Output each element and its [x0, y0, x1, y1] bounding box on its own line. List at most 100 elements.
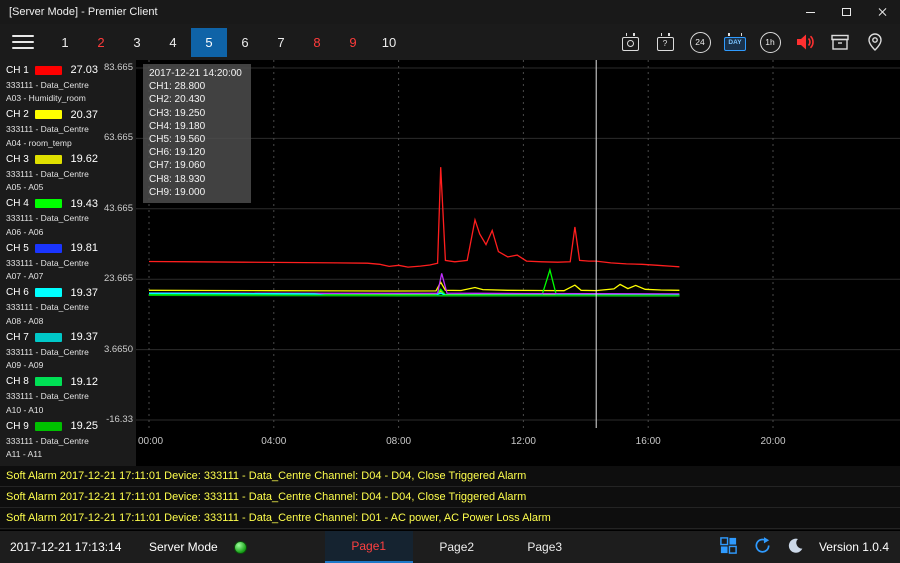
channel-device: 333111 - Data_Centre	[6, 169, 98, 179]
channel-device: 333111 - Data_Centre	[6, 213, 98, 223]
channel-item-3[interactable]: CH 319.62333111 - Data_CentreA05 - A05	[0, 152, 102, 197]
channel-value: 19.37	[66, 287, 98, 299]
channel-device: 333111 - Data_Centre	[6, 124, 98, 134]
tab-page1[interactable]: Page1	[325, 531, 413, 563]
page-button-1[interactable]: 1	[47, 28, 83, 57]
layout-grid-icon[interactable]	[719, 536, 738, 558]
page-button-7[interactable]: 7	[263, 28, 299, 57]
location-pin-icon[interactable]	[863, 30, 887, 54]
page-button-2[interactable]: 2	[83, 28, 119, 57]
status-timestamp: 2017-12-21 17:13:14	[0, 540, 135, 554]
dark-mode-moon-icon[interactable]	[787, 537, 805, 558]
channel-color-swatch	[35, 66, 62, 75]
channel-list: CH 1 27.03 333111 - Data_Centre A03 - Humid…	[0, 60, 102, 466]
channel-value: 27.03	[66, 64, 98, 76]
page-button-6[interactable]: 6	[227, 28, 263, 57]
app-window: [Server Mode] - Premier Client 123456789…	[0, 0, 900, 563]
title-bar: [Server Mode] - Premier Client	[0, 0, 900, 24]
channel-item-7[interactable]: CH 719.37333111 - Data_CentreA09 - A09	[0, 330, 102, 375]
page-button-8[interactable]: 8	[299, 28, 335, 57]
channel-value: 19.81	[66, 242, 98, 254]
sync-icon[interactable]	[753, 536, 772, 558]
tab-page2[interactable]: Page2	[413, 531, 501, 563]
interval-1h-button[interactable]: 1h	[758, 30, 782, 54]
channel-name: CH 8	[6, 376, 31, 387]
y-tick-label: 83.665	[104, 62, 133, 73]
interval-day-button[interactable]: DAY	[723, 30, 747, 54]
tooltip-timestamp: 2017-12-21 14:20:00	[149, 67, 242, 80]
channel-value: 19.25	[66, 420, 98, 432]
channel-device: 333111 - Data_Centre	[6, 258, 98, 268]
channel-value: 20.37	[66, 109, 98, 121]
x-tick-label: 04:00	[261, 436, 286, 447]
y-tick-label: 43.665	[104, 203, 133, 214]
archive-icon[interactable]	[828, 30, 852, 54]
page-button-10[interactable]: 10	[371, 28, 407, 57]
window-title: [Server Mode] - Premier Client	[0, 6, 792, 18]
y-tick-label: 23.665	[104, 273, 133, 284]
channel-item-9[interactable]: CH 919.25333111 - Data_CentreA11 - A11	[0, 419, 102, 464]
channel-point: A05 - A05	[6, 182, 98, 192]
channel-value: 19.37	[66, 331, 98, 343]
minimize-icon	[806, 12, 815, 13]
channel-color-swatch	[35, 288, 62, 297]
page-button-4[interactable]: 4	[155, 28, 191, 57]
series-CH2	[149, 282, 679, 291]
tab-page3[interactable]: Page3	[501, 531, 589, 563]
alarm-list: Soft Alarm 2017-12-21 17:11:01 Device: 3…	[0, 466, 900, 530]
channel-device: 333111 - Data_Centre	[6, 436, 98, 446]
minimize-button[interactable]	[792, 0, 828, 24]
page-tabs: 12345678910	[47, 28, 407, 57]
channel-value: 19.62	[66, 153, 98, 165]
alarm-row-2[interactable]: Soft Alarm 2017-12-21 17:11:01 Device: 3…	[0, 487, 900, 508]
channel-name: CH 1	[6, 65, 31, 76]
interval-24h-button[interactable]: 24	[688, 30, 712, 54]
channel-point: A09 - A09	[6, 360, 98, 370]
version-label: Version 1.0.4	[819, 540, 900, 554]
calendar-clock-mark	[627, 40, 634, 47]
y-tick-label: 63.665	[104, 132, 133, 143]
tooltip-row: CH3: 19.250	[149, 107, 242, 120]
y-tick-label: -16.33	[106, 414, 133, 425]
channel-point: A03 - Humidity_room	[6, 93, 98, 103]
tooltip-row: CH6: 19.120	[149, 146, 242, 159]
calendar-report-icon[interactable]	[618, 30, 642, 54]
alarm-row-1[interactable]: Soft Alarm 2017-12-21 17:11:01 Device: 3…	[0, 466, 900, 487]
page-button-3[interactable]: 3	[119, 28, 155, 57]
page-button-9[interactable]: 9	[335, 28, 371, 57]
channel-color-swatch	[35, 110, 62, 119]
channel-item-1[interactable]: CH 1 27.03 333111 - Data_Centre A03 - Humid…	[0, 63, 102, 108]
y-axis: 83.66563.66543.66523.6653.6650-16.33	[102, 60, 136, 466]
maximize-button[interactable]	[828, 0, 864, 24]
speaker-icon[interactable]	[793, 30, 817, 54]
main-area: CH 1 27.03 333111 - Data_Centre A03 - Humid…	[0, 60, 900, 466]
x-tick-label: 08:00	[386, 436, 411, 447]
channel-name: CH 2	[6, 109, 31, 120]
close-icon	[877, 7, 887, 17]
channel-item-5[interactable]: CH 5 19.81 333111 - Data_Centre A07 - A07	[0, 241, 102, 286]
channel-name: CH 5	[6, 243, 31, 254]
calendar-question-icon[interactable]: ?	[653, 30, 677, 54]
channel-color-swatch	[35, 244, 62, 253]
close-button[interactable]	[864, 0, 900, 24]
channel-color-swatch	[35, 333, 62, 342]
channel-item-8[interactable]: CH 819.12333111 - Data_CentreA10 - A10	[0, 375, 102, 420]
tooltip-rows: CH1: 28.800CH2: 20.430CH3: 19.250CH4: 19…	[149, 80, 242, 199]
alarm-row-3[interactable]: Soft Alarm 2017-12-21 17:11:01 Device: 3…	[0, 508, 900, 529]
chart-area: 00:0004:0008:0012:0016:0020:00 2017-12-2…	[136, 60, 900, 466]
maximize-icon	[842, 8, 851, 16]
channel-item-6[interactable]: CH 619.37333111 - Data_CentreA08 - A08	[0, 286, 102, 331]
page-button-5[interactable]: 5	[191, 28, 227, 57]
channel-device: 333111 - Data_Centre	[6, 302, 98, 312]
channel-color-swatch	[35, 422, 62, 431]
toolbar: 12345678910 ? 24 DAY 1h	[0, 24, 900, 60]
channel-item-4[interactable]: CH 419.43333111 - Data_CentreA06 - A06	[0, 197, 102, 242]
status-bar: 2017-12-21 17:13:14 Server Mode Page1Pag…	[0, 530, 900, 563]
channel-name: CH 9	[6, 421, 31, 432]
channel-item-2[interactable]: CH 220.37333111 - Data_CentreA04 - room_…	[0, 108, 102, 153]
x-tick-label: 12:00	[511, 436, 536, 447]
channel-point: A07 - A07	[6, 271, 98, 281]
channel-device: 333111 - Data_Centre	[6, 80, 98, 90]
menu-button[interactable]	[12, 35, 34, 49]
tooltip-row: CH1: 28.800	[149, 80, 242, 93]
